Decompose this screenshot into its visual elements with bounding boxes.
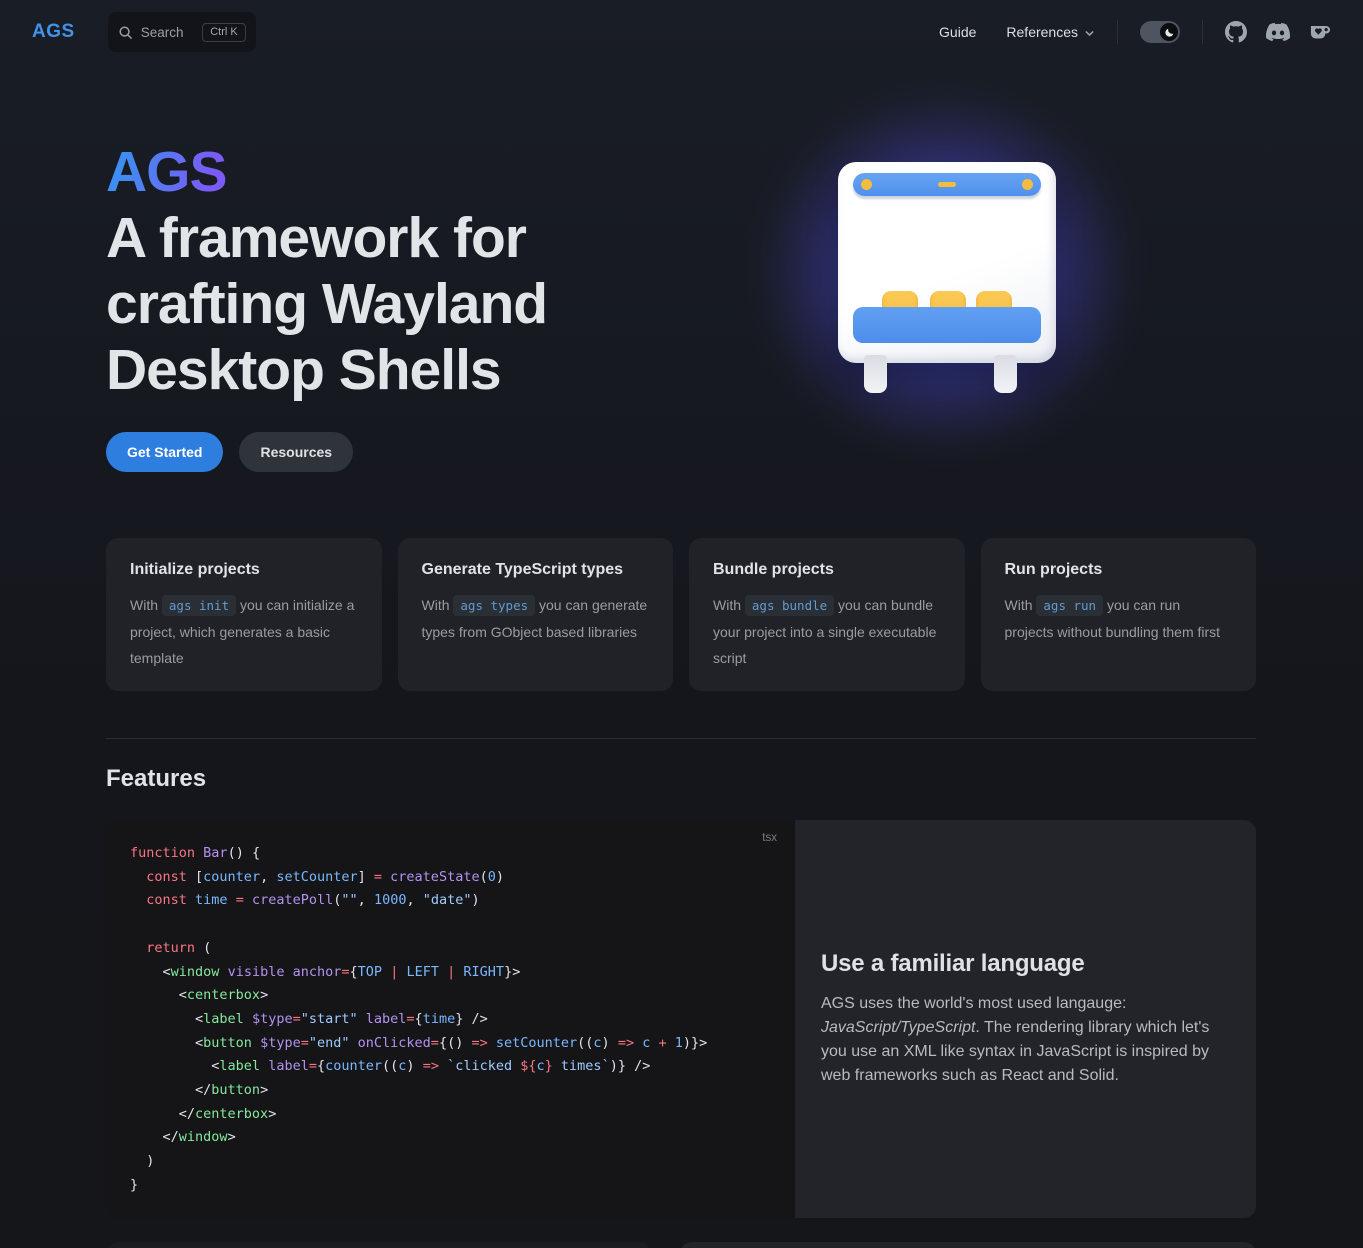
code-line: const time = createPoll("", 1000, "date"… bbox=[146, 892, 480, 909]
feature-card-description: With ags run you can run projects withou… bbox=[1004, 595, 1221, 640]
nav-link-references[interactable]: References bbox=[1006, 24, 1095, 40]
feature-card-title: Initialize projects bbox=[130, 561, 260, 578]
illustration-dash bbox=[938, 182, 956, 187]
code-line: <label label={counter((c) => `clicked ${… bbox=[130, 1058, 651, 1075]
nav-link-references-label: References bbox=[1006, 24, 1078, 40]
hero-actions: Get Started Resources bbox=[106, 432, 354, 472]
social-links bbox=[1225, 20, 1332, 44]
illustration-dot bbox=[1022, 179, 1033, 190]
search-icon bbox=[119, 25, 132, 39]
code-line: return ( bbox=[146, 939, 212, 956]
feature-card-title: Run projects bbox=[1004, 561, 1103, 578]
code-line: </button> bbox=[130, 1082, 269, 1099]
code-block: tsx function Bar() { const [counter, set… bbox=[106, 820, 795, 1218]
chevron-down-icon bbox=[1085, 30, 1094, 36]
feature-card: Run projects With ags run you can run pro… bbox=[980, 538, 1256, 691]
moon-icon bbox=[1164, 28, 1173, 37]
italic-text: JavaScript/TypeScript bbox=[821, 1019, 976, 1036]
next-feature-panel-cutoff-right bbox=[680, 1242, 1256, 1248]
theme-toggle[interactable] bbox=[1140, 21, 1180, 43]
site-logo[interactable]: AGS bbox=[32, 21, 75, 43]
hero-tagline: A framework for crafting Wayland Desktop… bbox=[106, 206, 548, 402]
feature-panel-heading: Use a familiar language bbox=[821, 950, 1085, 977]
kofi-icon[interactable] bbox=[1309, 21, 1332, 44]
features-heading: Features bbox=[106, 765, 207, 792]
feature-card-title: Generate TypeScript types bbox=[421, 561, 624, 578]
hero-title: AGS bbox=[106, 140, 228, 204]
github-icon[interactable] bbox=[1225, 21, 1247, 43]
inline-code: ags run bbox=[1036, 595, 1104, 616]
code-line: </centerbox> bbox=[130, 1105, 277, 1122]
search-shortcut-badge: Ctrl K bbox=[202, 22, 246, 42]
inline-code: ags types bbox=[453, 595, 536, 616]
code-language-tag: tsx bbox=[762, 832, 777, 844]
next-feature-panel-cutoff-left bbox=[106, 1242, 651, 1248]
feature-panel: tsx function Bar() { const [counter, set… bbox=[106, 820, 1256, 1218]
illustration-dot bbox=[861, 179, 872, 190]
inline-code: ags init bbox=[161, 595, 237, 616]
resources-button[interactable]: Resources bbox=[239, 432, 354, 472]
illustration-top-bar bbox=[853, 173, 1041, 196]
feature-card-description: With ags init you can initialize a proje… bbox=[130, 595, 355, 666]
navbar: AGS Search Ctrl K Guide References bbox=[0, 0, 1363, 64]
section-divider bbox=[106, 738, 1256, 739]
illustration-bottom-bar bbox=[853, 307, 1041, 343]
feature-card-description: With ags bundle you can bundle your proj… bbox=[713, 595, 937, 666]
code-line: <button $type="end" onClicked={() => set… bbox=[130, 1034, 708, 1051]
code-line: <label $type="start" label={time} /> bbox=[130, 1010, 488, 1027]
code-lines: function Bar() { const [counter, setCoun… bbox=[130, 842, 771, 1198]
code-line: } bbox=[130, 1176, 139, 1193]
illustration-leg bbox=[994, 355, 1017, 393]
nav-divider bbox=[1117, 20, 1118, 44]
illustration-leg bbox=[864, 355, 887, 393]
nav-divider bbox=[1202, 20, 1203, 44]
theme-toggle-knob bbox=[1160, 23, 1178, 41]
code-line: <centerbox> bbox=[130, 987, 269, 1004]
code-line: <window visible anchor={TOP | LEFT | RIG… bbox=[130, 963, 521, 980]
code-line: ) bbox=[130, 1153, 155, 1170]
code-line: const [counter, setCounter] = createStat… bbox=[146, 868, 504, 885]
search-label: Search bbox=[140, 24, 184, 40]
feature-card: Initialize projects With ags init you can… bbox=[106, 538, 382, 691]
code-line: function Bar() { bbox=[130, 845, 261, 861]
ags-landing-page: AGS Search Ctrl K Guide References bbox=[0, 0, 1363, 1248]
feature-card-title: Bundle projects bbox=[713, 561, 834, 578]
feature-card-description: With ags types you can generate types fr… bbox=[421, 595, 648, 640]
feature-card: Bundle projects With ags bundle you can b… bbox=[689, 538, 965, 691]
get-started-button[interactable]: Get Started bbox=[106, 432, 224, 472]
feature-panel-paragraph: AGS uses the world's most used langauge:… bbox=[821, 995, 1210, 1084]
code-line: </window> bbox=[130, 1129, 236, 1146]
hero-illustration bbox=[838, 162, 1056, 363]
search-button[interactable]: Search Ctrl K bbox=[107, 12, 256, 52]
inline-code: ags bundle bbox=[744, 595, 835, 616]
discord-icon[interactable] bbox=[1266, 20, 1290, 44]
feature-cards: Initialize projects With ags init you can… bbox=[106, 538, 1256, 691]
feature-description-panel: Use a familiar language AGS uses the wor… bbox=[795, 820, 1256, 1218]
feature-card: Generate TypeScript types With ags types … bbox=[397, 538, 673, 691]
